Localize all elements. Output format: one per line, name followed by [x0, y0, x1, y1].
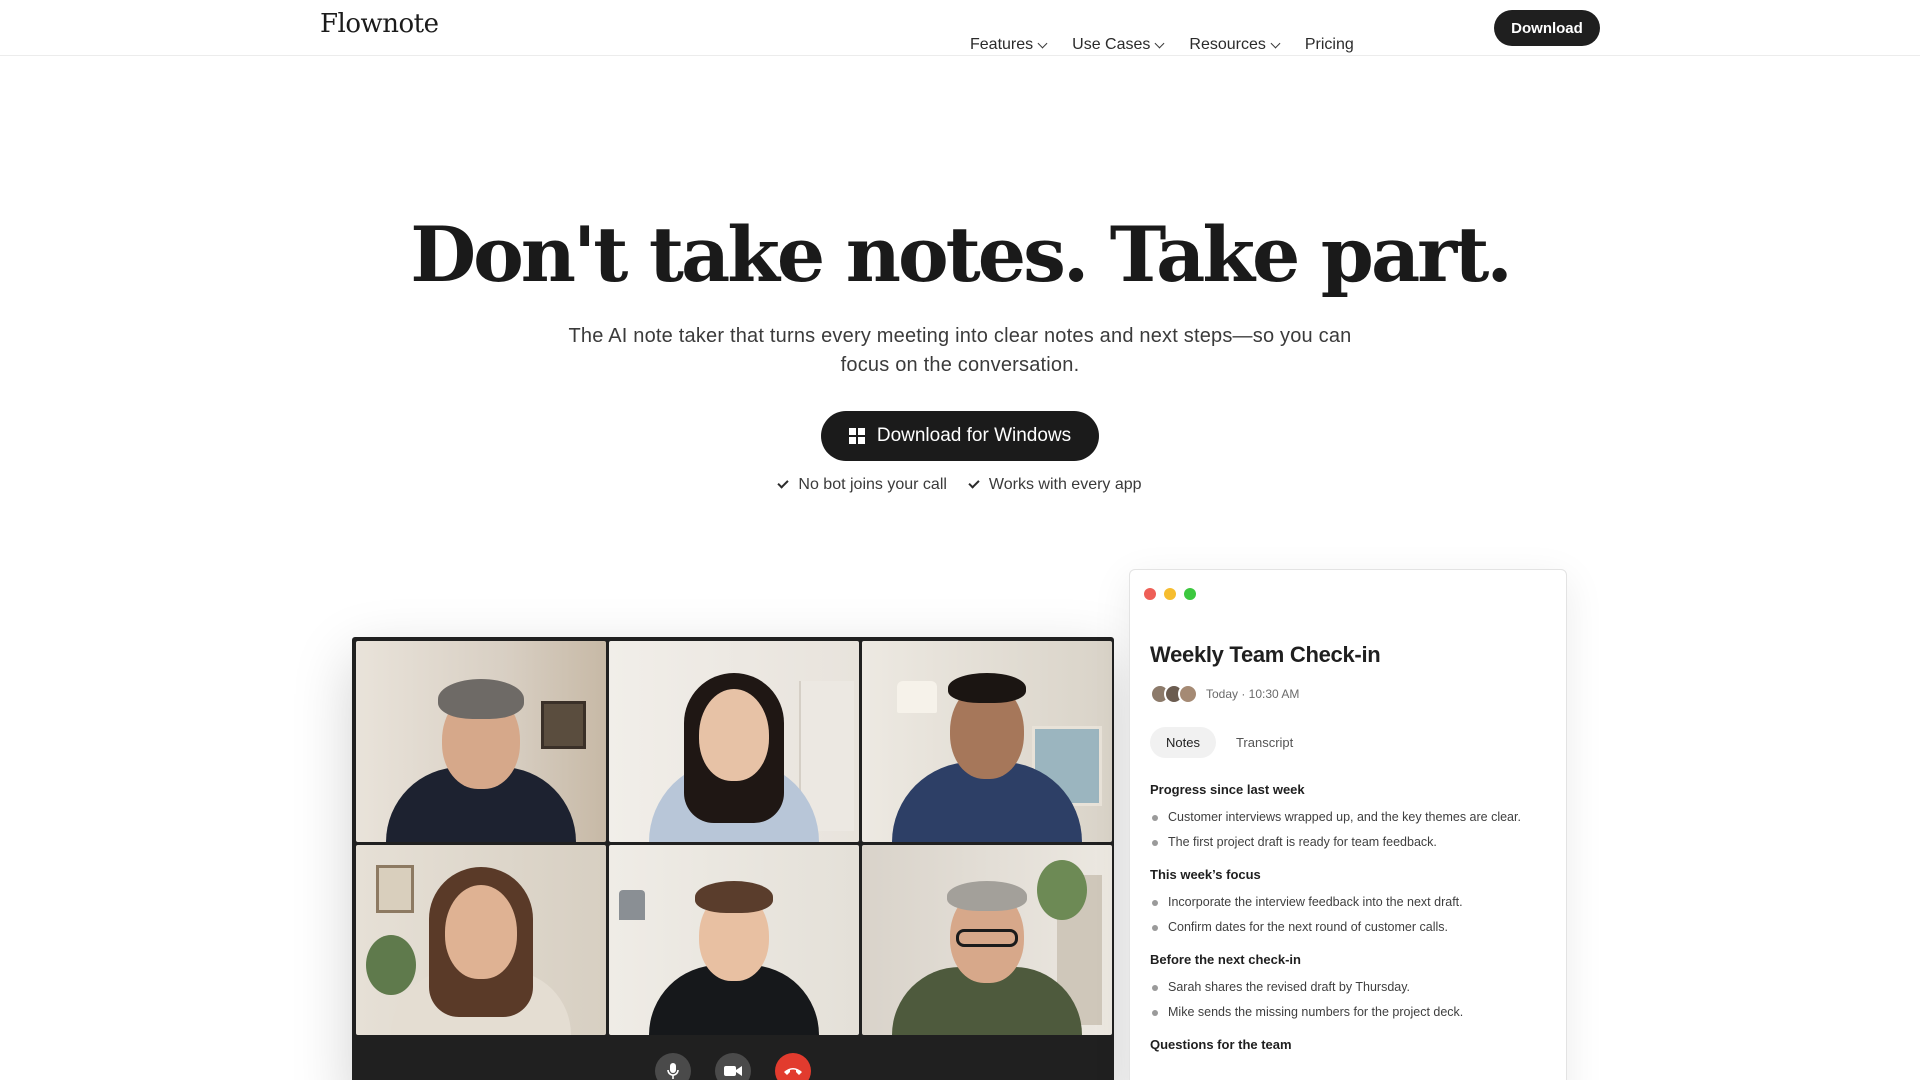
nav-pricing[interactable]: Pricing	[1305, 36, 1354, 54]
download-windows-button[interactable]: Download for Windows	[821, 411, 1099, 461]
meeting-time: Today · 10:30 AM	[1206, 687, 1300, 701]
wall-frame	[541, 701, 586, 749]
check-icon	[777, 477, 790, 489]
participant-tile	[609, 641, 859, 842]
chevron-down-icon	[1270, 38, 1281, 48]
participant-tile	[862, 845, 1112, 1035]
header-download-button[interactable]: Download	[1494, 10, 1600, 46]
camera-icon	[724, 1066, 742, 1076]
check-label: Works with every app	[988, 476, 1142, 493]
feature-checks: No bot joins your call Works with every …	[0, 476, 1920, 494]
person-head	[445, 885, 517, 979]
download-windows-label: Download for Windows	[876, 425, 1072, 446]
nav-use-cases-label: Use Cases	[1072, 36, 1151, 53]
check-item: Works with every app	[968, 476, 1142, 494]
list-item: Sarah shares the revised draft by Thursd…	[1150, 975, 1560, 1000]
notes-tabs: Notes Transcript	[1150, 727, 1309, 758]
nav-features[interactable]: Features	[970, 36, 1048, 54]
list-item: The first project draft is ready for tea…	[1150, 830, 1560, 855]
meeting-meta: Today · 10:30 AM	[1150, 684, 1299, 704]
person-hair	[438, 679, 524, 719]
chevron-down-icon	[1037, 38, 1048, 48]
wall-frame	[376, 865, 414, 913]
person-hair	[695, 881, 773, 913]
main-nav: Features Use Cases Resources Pricing	[970, 36, 1354, 54]
list-item: Customer interviews wrapped up, and the …	[1150, 805, 1560, 830]
tab-notes[interactable]: Notes	[1150, 727, 1216, 758]
nav-resources[interactable]: Resources	[1189, 36, 1281, 54]
list-item: Mike sends the missing numbers for the p…	[1150, 1000, 1560, 1025]
person-head	[699, 689, 769, 781]
windows-icon	[848, 428, 865, 444]
plant	[1037, 860, 1087, 920]
participant-tile	[862, 641, 1112, 842]
check-icon	[968, 477, 980, 489]
check-item: No bot joins your call	[777, 476, 947, 494]
nav-use-cases[interactable]: Use Cases	[1072, 36, 1165, 54]
person-hair	[947, 881, 1027, 911]
glasses	[956, 929, 1018, 947]
microphone-button[interactable]	[655, 1053, 691, 1080]
camera-button[interactable]	[715, 1053, 751, 1080]
avatar	[1178, 684, 1198, 704]
notes-section: This week’s focus Incorporate the interv…	[1150, 867, 1560, 940]
microphone-icon	[667, 1063, 679, 1079]
call-controls	[352, 1039, 1114, 1080]
participant-tile	[609, 845, 859, 1035]
participant-grid	[356, 641, 1112, 1035]
attendee-avatars	[1150, 684, 1198, 704]
list-item: Confirm dates for the next round of cust…	[1150, 915, 1560, 940]
check-label: No bot joins your call	[798, 476, 947, 493]
person-hair	[948, 673, 1026, 703]
notes-sections: Progress since last week Customer interv…	[1150, 782, 1560, 1064]
lamp	[897, 681, 937, 713]
section-heading: This week’s focus	[1150, 867, 1261, 882]
maximize-window-dot[interactable]	[1184, 588, 1196, 600]
window-controls	[1144, 588, 1196, 600]
section-heading: Questions for the team	[1150, 1037, 1292, 1052]
section-heading: Before the next check-in	[1150, 952, 1301, 967]
end-call-icon	[784, 1068, 802, 1075]
lamp	[619, 890, 645, 920]
participant-tile	[356, 845, 606, 1035]
logo[interactable]: Flownote	[320, 9, 439, 39]
site-header: Flownote Features Use Cases Resources Pr…	[0, 0, 1920, 56]
hero-title: Don't take notes. Take part.	[410, 210, 1513, 299]
nav-resources-label: Resources	[1189, 36, 1266, 53]
close-window-dot[interactable]	[1144, 588, 1156, 600]
notes-section: Questions for the team	[1150, 1037, 1560, 1052]
end-call-button[interactable]	[775, 1053, 811, 1080]
nav-features-label: Features	[970, 36, 1034, 53]
chevron-down-icon	[1154, 38, 1165, 48]
notes-panel: Weekly Team Check-in Today · 10:30 AM No…	[1129, 569, 1567, 1080]
plant	[366, 935, 416, 995]
nav-pricing-label: Pricing	[1304, 36, 1354, 53]
participant-tile	[356, 641, 606, 842]
minimize-window-dot[interactable]	[1164, 588, 1176, 600]
tab-transcript[interactable]: Transcript	[1220, 727, 1309, 758]
notes-section: Progress since last week Customer interv…	[1150, 782, 1560, 855]
meeting-title: Weekly Team Check-in	[1150, 642, 1381, 667]
section-heading: Progress since last week	[1150, 782, 1305, 797]
video-call-preview	[352, 637, 1114, 1080]
hero-subtitle: The AI note taker that turns every meeti…	[568, 325, 1352, 376]
notes-section: Before the next check-in Sarah shares th…	[1150, 952, 1560, 1025]
list-item: Incorporate the interview feedback into …	[1150, 890, 1560, 915]
